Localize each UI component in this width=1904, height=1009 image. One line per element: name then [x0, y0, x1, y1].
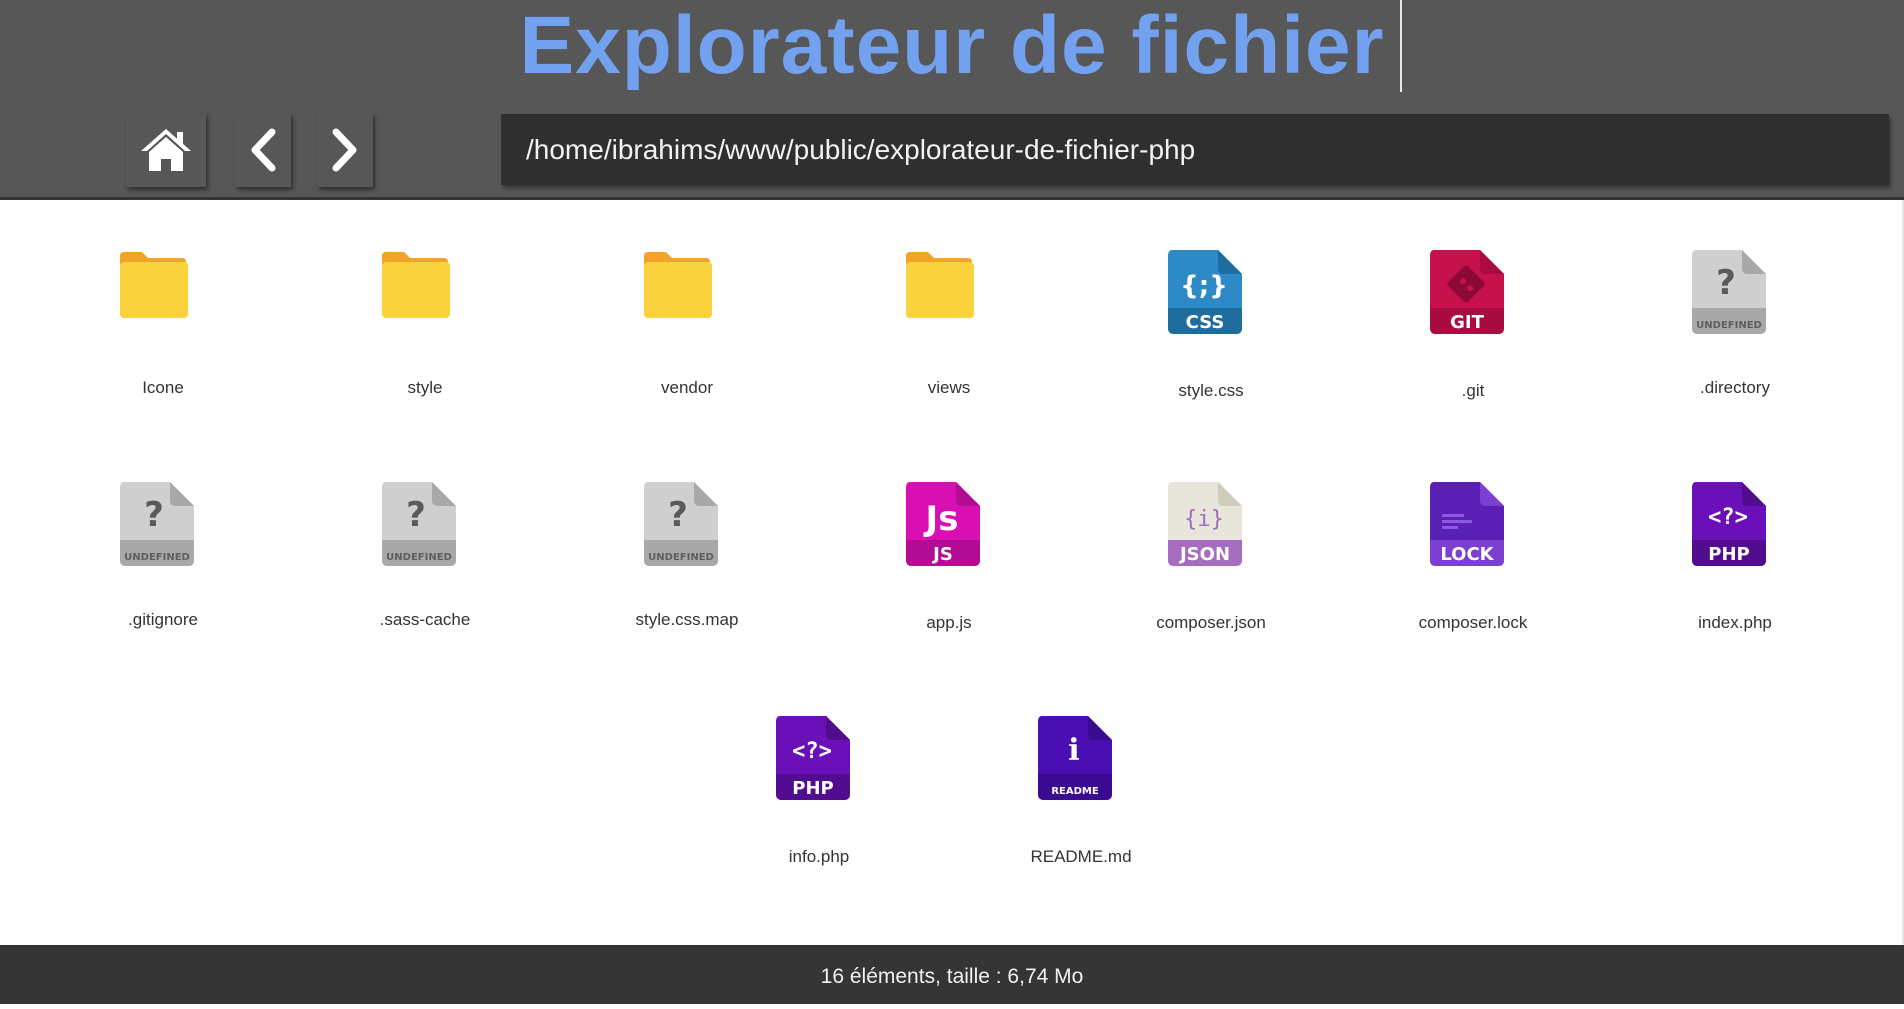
git-file-icon: GIT — [1428, 246, 1518, 346]
svg-text:Js: Js — [924, 499, 959, 539]
folder-icon — [118, 250, 208, 350]
file-item[interactable]: <?> PHP index.php — [1655, 478, 1815, 638]
undefined-file-icon: ? UNDEFINED — [1690, 246, 1780, 346]
folder-item[interactable]: Icone — [83, 246, 243, 406]
folder-item[interactable]: views — [869, 246, 1029, 406]
svg-text:GIT: GIT — [1450, 312, 1484, 333]
lock-file-icon: LOCK — [1428, 478, 1518, 578]
svg-text:<?>: <?> — [1708, 505, 1748, 530]
item-name: app.js — [926, 613, 972, 632]
svg-text:README: README — [1051, 786, 1099, 797]
item-name: .gitignore — [128, 610, 198, 629]
svg-text:UNDEFINED: UNDEFINED — [124, 552, 190, 563]
readme-file-icon: i README — [1036, 712, 1126, 812]
item-name: .sass-cache — [379, 610, 471, 629]
back-button[interactable] — [235, 113, 291, 187]
file-item[interactable]: ? UNDEFINED .directory — [1655, 246, 1815, 406]
json-file-icon: {i} JSON — [1166, 478, 1256, 578]
svg-text:?: ? — [144, 495, 164, 535]
svg-text:?: ? — [406, 495, 426, 535]
undefined-file-icon: ? UNDEFINED — [380, 478, 470, 578]
js-file-icon: Js JS — [904, 478, 994, 578]
svg-text:{;}: {;} — [1180, 271, 1227, 301]
svg-text:?: ? — [1716, 263, 1736, 303]
item-name: composer.lock — [1418, 613, 1528, 632]
php-file-icon: <?> PHP — [774, 712, 864, 812]
file-item[interactable]: Js JS app.js — [869, 478, 1029, 638]
undefined-file-icon: ? UNDEFINED — [642, 478, 732, 578]
app-title: Explorateur de fichier — [519, 0, 1385, 91]
item-name: .git — [1461, 381, 1485, 400]
css-file-icon: {;} CSS — [1166, 246, 1256, 346]
file-item[interactable]: {;} CSS style.css — [1131, 246, 1291, 406]
file-item[interactable]: {i} JSON composer.json — [1131, 478, 1291, 638]
svg-text:UNDEFINED: UNDEFINED — [1696, 320, 1762, 331]
item-name: Icone — [142, 378, 184, 397]
svg-text:UNDEFINED: UNDEFINED — [386, 552, 452, 563]
item-name: index.php — [1698, 613, 1772, 632]
svg-text:JS: JS — [931, 544, 953, 565]
svg-text:?: ? — [668, 495, 688, 535]
forward-button[interactable] — [317, 113, 373, 187]
header-bar: Explorateur de fichier /home/ibrahims/ww… — [0, 0, 1904, 200]
file-item[interactable]: <?> PHP info.php — [739, 712, 899, 872]
svg-text:UNDEFINED: UNDEFINED — [648, 552, 714, 563]
undefined-file-icon: ? UNDEFINED — [118, 478, 208, 578]
item-name: views — [927, 378, 971, 397]
item-name: style — [407, 378, 443, 397]
svg-text:JSON: JSON — [1178, 544, 1230, 565]
text-cursor — [1400, 0, 1402, 92]
file-item[interactable]: i README README.md — [1001, 712, 1161, 872]
folder-item[interactable]: style — [345, 246, 505, 406]
folder-item[interactable]: vendor — [607, 246, 767, 406]
item-name: composer.json — [1156, 613, 1266, 632]
chevron-right-icon — [332, 128, 357, 172]
svg-text:{i}: {i} — [1184, 507, 1224, 532]
file-item[interactable]: ? UNDEFINED .sass-cache — [345, 478, 505, 638]
folder-icon — [380, 250, 470, 350]
folder-icon — [642, 250, 732, 350]
file-item[interactable]: ? UNDEFINED style.css.map — [607, 478, 767, 638]
file-item[interactable]: GIT .git — [1393, 246, 1553, 406]
svg-text:PHP: PHP — [792, 778, 833, 799]
svg-text:i: i — [1068, 733, 1079, 768]
home-icon — [141, 129, 191, 171]
php-file-icon: <?> PHP — [1690, 478, 1780, 578]
file-item[interactable]: LOCK composer.lock — [1393, 478, 1553, 638]
item-name: info.php — [788, 847, 850, 866]
svg-text:PHP: PHP — [1708, 544, 1749, 565]
path-input[interactable]: /home/ibrahims/www/public/explorateur-de… — [501, 114, 1889, 185]
item-name: vendor — [661, 378, 713, 397]
file-item[interactable]: ? UNDEFINED .gitignore — [83, 478, 243, 638]
item-name: style.css — [1178, 381, 1244, 400]
home-button[interactable] — [126, 113, 206, 187]
item-name: README.md — [1030, 847, 1132, 866]
svg-text:<?>: <?> — [792, 739, 832, 764]
chevron-left-icon — [251, 128, 276, 172]
item-name: .directory — [1700, 378, 1770, 397]
svg-text:LOCK: LOCK — [1440, 544, 1494, 565]
item-name: style.css.map — [635, 610, 739, 629]
svg-text:CSS: CSS — [1186, 312, 1225, 333]
status-bar: 16 éléments, taille : 6,74 Mo — [0, 945, 1904, 1004]
folder-icon — [904, 250, 994, 350]
